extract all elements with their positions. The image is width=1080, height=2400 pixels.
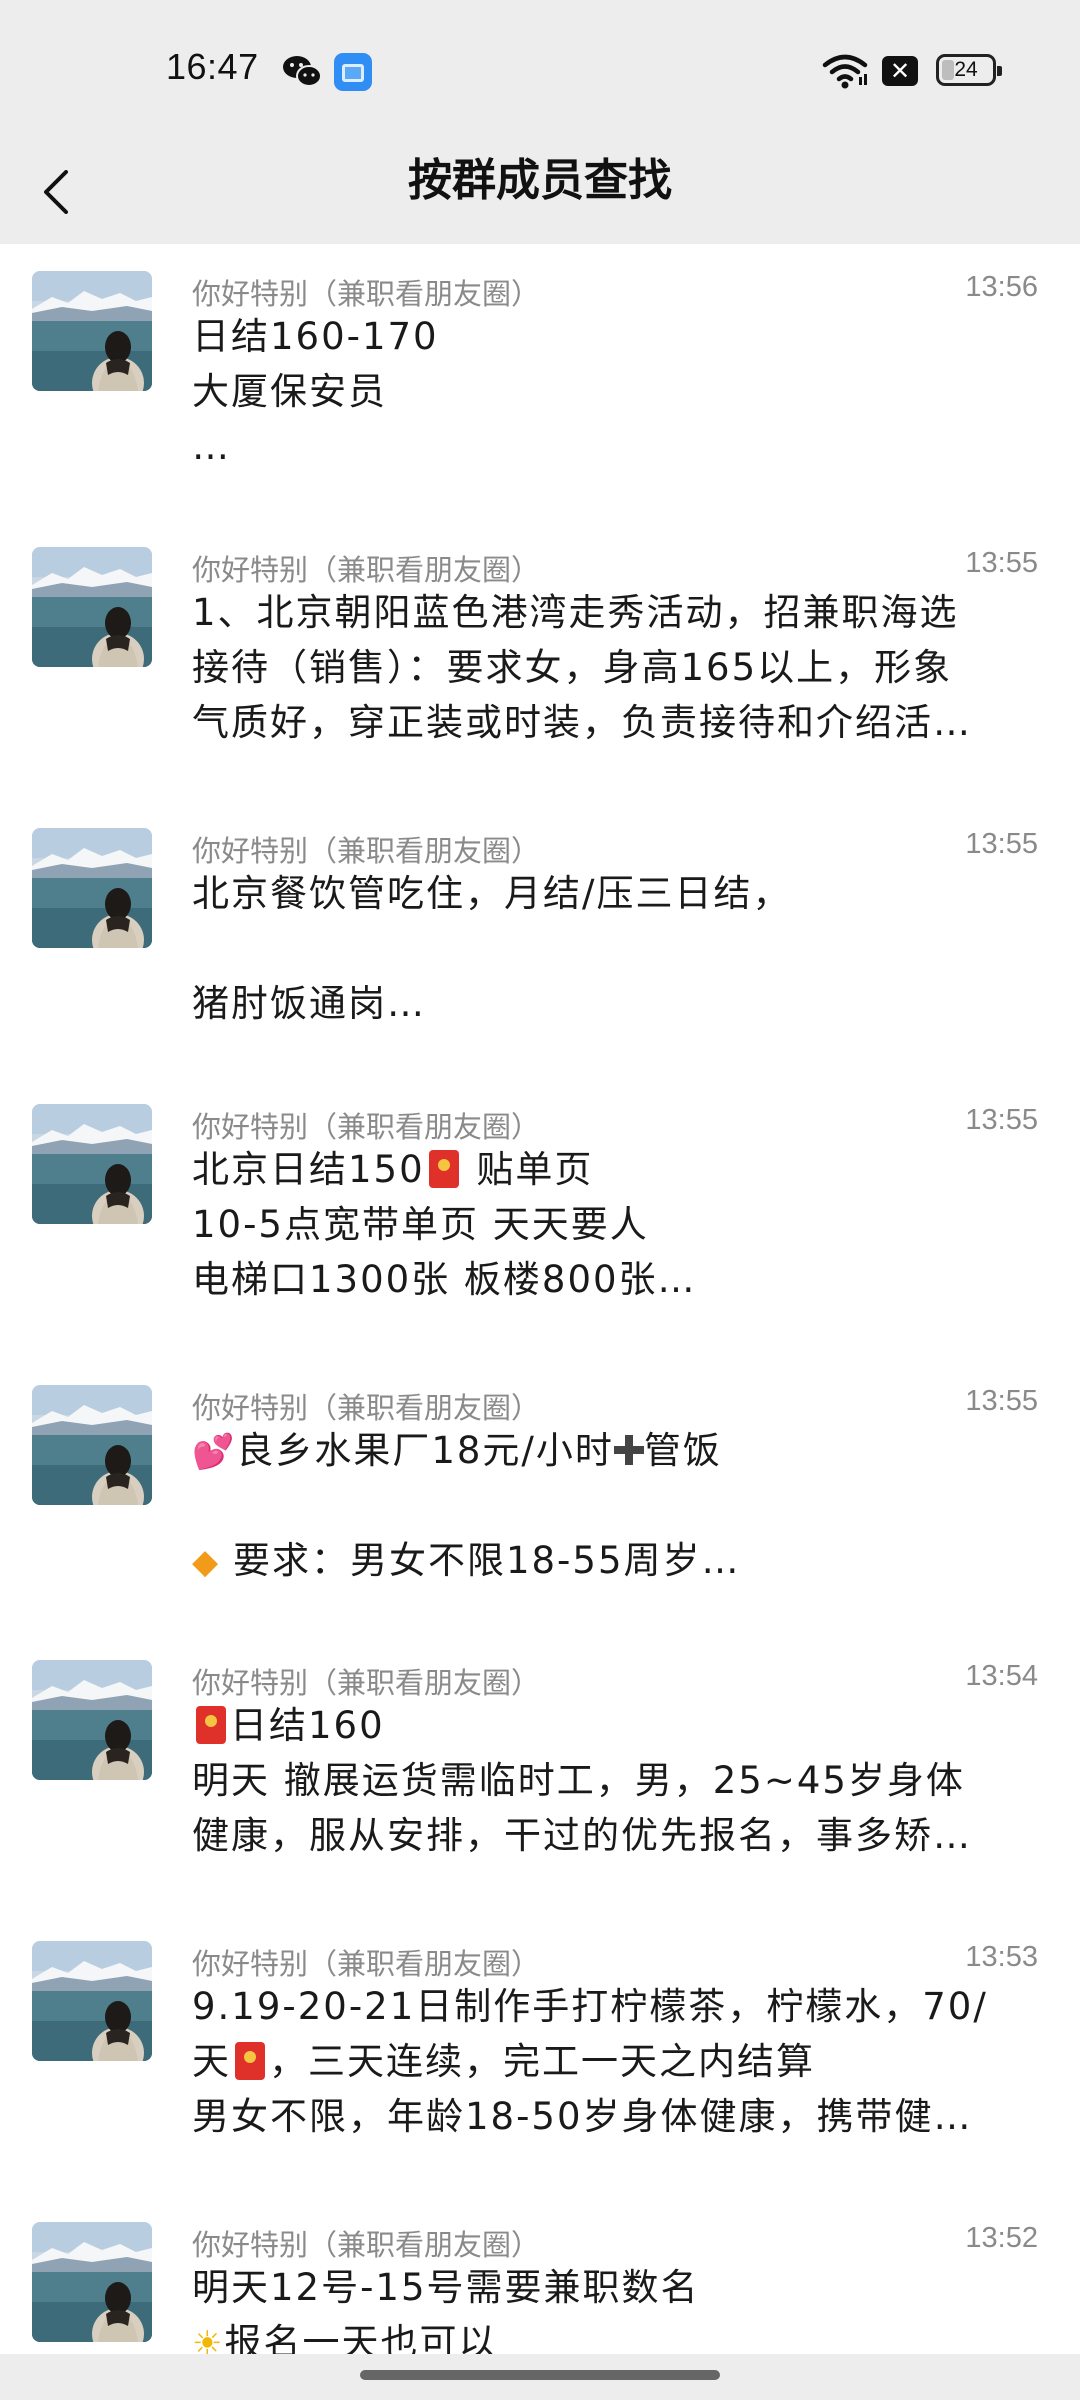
status-time: 16:47: [166, 46, 259, 87]
blue-app-icon: [334, 53, 372, 91]
message-time: 13:55: [965, 1104, 1038, 1136]
battery-icon: 24: [936, 54, 1002, 86]
sender-name: 你好特别（兼职看朋友圈）: [192, 834, 541, 868]
message-item[interactable]: 你好特别（兼职看朋友圈） 13:55 北京日结150 贴单页 10-5点宽带单页 天天…: [0, 1104, 1080, 1386]
message-preview: 北京餐饮管吃住，月结/压三日结， 猪肘饭通岗…: [192, 866, 1022, 1031]
avatar[interactable]: [32, 271, 152, 391]
home-indicator[interactable]: [360, 2370, 720, 2380]
message-time: 13:53: [965, 1941, 1038, 1973]
message-preview: 明天12号-15号需要兼职数名 ☀报名一天也可以: [192, 2260, 1022, 2354]
red-envelope-icon: [235, 2042, 265, 2080]
page-title: 按群成员查找: [408, 155, 672, 206]
sender-name: 你好特别（兼职看朋友圈）: [192, 1947, 541, 1981]
message-time: 13:55: [965, 1385, 1038, 1417]
sender-name: 你好特别（兼职看朋友圈）: [192, 1391, 541, 1425]
message-preview: 9.19-20-21日制作手打柠檬茶，柠檬水，70/天 ，三天连续，完工一天之内结…: [192, 1979, 1022, 2144]
sun-icon: ☀: [192, 2324, 225, 2354]
close-box-icon: ✕: [882, 56, 918, 86]
message-text: 日结160: [230, 1704, 385, 1747]
message-text: 良乡水果厂18元/小时: [236, 1429, 614, 1472]
message-text: 气质好，穿正装或时装，负责接待和介绍活…: [192, 701, 972, 744]
sender-name: 你好特别（兼职看朋友圈）: [192, 277, 541, 311]
message-preview: 💕良乡水果厂18元/小时 管饭 ◆ 要求：男女不限18-55周岁…: [192, 1423, 1022, 1588]
message-text: 北京日结150: [192, 1148, 425, 1191]
message-list[interactable]: 你好特别（兼职看朋友圈） 13:56 日结160-170 大厦保安员 … 你好特别（兼职…: [0, 244, 1080, 2354]
message-item[interactable]: 你好特别（兼职看朋友圈） 13:55 北京餐饮管吃住，月结/压三日结， 猪肘饭通岗…: [0, 828, 1080, 1110]
sender-name: 你好特别（兼职看朋友圈）: [192, 1666, 541, 1700]
message-text: 男女不限，年龄18-50岁身体健康，携带健…: [192, 2095, 973, 2138]
message-text: 大厦保安员: [192, 370, 387, 413]
message-item[interactable]: 你好特别（兼职看朋友圈） 13:56 日结160-170 大厦保安员 …: [0, 271, 1080, 553]
plus-icon: [613, 1435, 644, 1465]
back-button[interactable]: [28, 140, 108, 244]
chevron-left-icon: [44, 170, 68, 214]
message-text: 要求：男女不限18-55周岁…: [232, 1539, 741, 1582]
message-text: 10-5点宽带单页 天天要人: [192, 1203, 649, 1246]
sender-name: 你好特别（兼职看朋友圈）: [192, 553, 541, 587]
avatar[interactable]: [32, 1385, 152, 1505]
message-text: 管饭: [643, 1429, 722, 1472]
avatar[interactable]: [32, 1941, 152, 2061]
message-preview: 北京日结150 贴单页 10-5点宽带单页 天天要人电梯口1300张 板楼800张…: [192, 1142, 1022, 1307]
message-item[interactable]: 你好特别（兼职看朋友圈） 13:52 明天12号-15号需要兼职数名 ☀报名一天也可以: [0, 2222, 1080, 2354]
message-text: 猪肘饭通岗…: [192, 982, 426, 1025]
message-text: ，三天连续，完工一天之内结算: [269, 2040, 815, 2083]
message-text: 天: [192, 2040, 231, 2083]
red-envelope-icon: [196, 1706, 226, 1744]
sender-name: 你好特别（兼职看朋友圈）: [192, 1110, 541, 1144]
message-text: 明天12号-15号需要兼职数名: [192, 2266, 700, 2309]
message-time: 13:55: [965, 828, 1038, 860]
message-preview: 日结160-170 大厦保安员 …: [192, 309, 1022, 474]
message-time: 13:55: [965, 547, 1038, 579]
message-text: 1、北京朝阳蓝色港湾走秀活动，招兼职海选: [192, 591, 959, 634]
message-time: 13:56: [965, 271, 1038, 303]
message-text: 9.19-20-21日制作手打柠檬茶，柠檬水，70/: [192, 1985, 988, 2028]
avatar[interactable]: [32, 1104, 152, 1224]
message-item[interactable]: 你好特别（兼职看朋友圈） 13:55 1、北京朝阳蓝色港湾走秀活动，招兼职海选 接待（…: [0, 547, 1080, 829]
avatar[interactable]: [32, 547, 152, 667]
message-preview: 1、北京朝阳蓝色港湾走秀活动，招兼职海选 接待（销售）：要求女，身高165以上，形…: [192, 585, 1022, 750]
message-text: 北京餐饮管吃住，月结/压三日结，: [192, 872, 792, 915]
message-text: 明天 撤展运货需临时工，男，25~45岁身体: [192, 1759, 965, 1802]
message-time: 13:54: [965, 1660, 1038, 1692]
nav-bar: 按群成员查找: [0, 140, 1080, 244]
avatar[interactable]: [32, 828, 152, 948]
message-time: 13:52: [965, 2222, 1038, 2254]
message-text: 日结160-170: [192, 315, 439, 358]
battery-level: 24: [954, 58, 978, 81]
message-item[interactable]: 你好特别（兼职看朋友圈） 13:54 日结160 明天 撤展运货需临时工，男，25~4…: [0, 1660, 1080, 1942]
message-text: 报名一天也可以: [224, 2321, 498, 2354]
message-text: 贴单页: [476, 1148, 594, 1191]
message-text: …: [192, 425, 231, 468]
wifi-icon: [822, 54, 868, 89]
message-preview: 日结160 明天 撤展运货需临时工，男，25~45岁身体 健康，服从安排，干过的优先…: [192, 1698, 1022, 1863]
orange-diamond-icon: ◆: [192, 1542, 233, 1582]
red-envelope-icon: [428, 1150, 459, 1188]
avatar[interactable]: [32, 2222, 152, 2342]
two-hearts-icon: 💕: [192, 1432, 237, 1472]
sender-name: 你好特别（兼职看朋友圈）: [192, 2228, 541, 2262]
message-item[interactable]: 你好特别（兼职看朋友圈） 13:53 9.19-20-21日制作手打柠檬茶，柠檬水，…: [0, 1941, 1080, 2223]
avatar[interactable]: [32, 1660, 152, 1780]
status-bar: 16:47 ✕ 24: [0, 0, 1080, 140]
message-item[interactable]: 你好特别（兼职看朋友圈） 13:55 💕良乡水果厂18元/小时 管饭 ◆ 要求：男女不限…: [0, 1385, 1080, 1667]
message-text: 接待（销售）：要求女，身高165以上，形象: [192, 646, 953, 689]
message-text: 电梯口1300张 板楼800张…: [192, 1258, 697, 1301]
wechat-icon: [283, 56, 322, 87]
message-text: 健康，服从安排，干过的优先报名，事多矫…: [192, 1814, 972, 1857]
